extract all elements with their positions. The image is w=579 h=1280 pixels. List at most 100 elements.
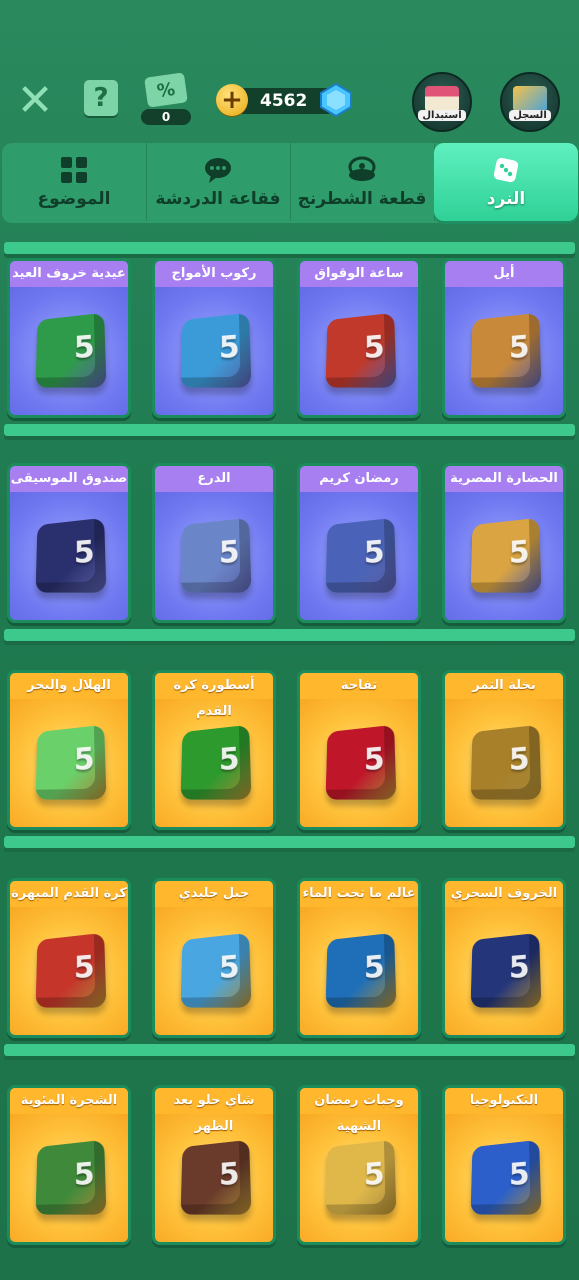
dice-card[interactable]: الخروف السحري 5 (442, 878, 566, 1038)
dice-card[interactable]: عالم ما تحت الماء 5 (297, 878, 421, 1038)
dice-preview-icon: 5 (180, 312, 252, 388)
shelf (4, 629, 575, 641)
dice-preview-icon: 5 (180, 724, 252, 800)
tab-label: الموضوع (37, 189, 111, 209)
shop-icon (425, 85, 459, 112)
category-tabs: الموضوع فقاعة الدردشة قطعة الشطرنج النرد (2, 143, 578, 223)
dice-card[interactable]: كرة القدم المبهرة 5 (7, 878, 131, 1038)
dice-card[interactable]: تفاحة 5 (297, 670, 421, 830)
dice-card[interactable]: أيل 5 (442, 258, 566, 418)
exchange-shop-button[interactable]: استبدال (412, 72, 472, 132)
dice-card[interactable]: شاي حلو بعد الظهر 5 (152, 1085, 276, 1245)
dice-card[interactable]: صندوق الموسيقى 5 (7, 463, 131, 623)
dice-preview-icon: 5 (470, 724, 542, 800)
dice-face-digit: 5 (218, 534, 241, 571)
dice-preview-icon: 5 (325, 517, 397, 593)
shelf (4, 242, 575, 254)
dice-preview-icon: 5 (325, 1139, 397, 1215)
dice-face-digit: 5 (363, 329, 386, 366)
dice-face-digit: 5 (73, 949, 96, 986)
dice-card[interactable]: الحضارة المصرية 5 (442, 463, 566, 623)
coupon-icon: % (144, 72, 188, 108)
dice-face-digit: 5 (363, 1156, 386, 1193)
dice-face-digit: 5 (218, 949, 241, 986)
dice-card-title: عيدية خروف العيد (10, 261, 128, 287)
dice-face-digit: 5 (508, 329, 531, 366)
dice-card[interactable]: الدرع 5 (152, 463, 276, 623)
dice-card-title: تفاحة (300, 673, 418, 699)
tab-chat-bubble[interactable]: فقاعة الدردشة (146, 143, 291, 221)
add-coins-icon[interactable]: + (216, 84, 248, 116)
dice-face-digit: 5 (218, 741, 241, 778)
shelf (4, 424, 575, 436)
coupon-button[interactable]: % 0 (140, 70, 192, 130)
shelf (4, 1044, 575, 1056)
dice-card-title: ساعة الوقواق (300, 261, 418, 287)
dice-face-digit: 5 (218, 1156, 241, 1193)
tab-label: فقاعة الدردشة (155, 189, 281, 209)
tab-chess-piece[interactable]: قطعة الشطرنج (290, 143, 435, 221)
dice-preview-icon: 5 (470, 1139, 542, 1215)
dice-card-title: كرة القدم المبهرة (10, 881, 128, 907)
close-icon[interactable]: ✕ (16, 79, 54, 123)
dice-preview-icon: 5 (180, 1139, 252, 1215)
dice-card-title: وجبات رمضان الشهية (300, 1088, 418, 1134)
dice-card[interactable]: عيدية خروف العيد 5 (7, 258, 131, 418)
record-icon (513, 85, 547, 112)
dice-face-digit: 5 (73, 329, 96, 366)
dice-card-title: جبل جليدي (155, 881, 273, 907)
dice-preview-icon: 5 (35, 517, 107, 593)
dice-card[interactable]: ركوب الأمواج 5 (152, 258, 276, 418)
dice-face-digit: 5 (363, 534, 386, 571)
dice-card[interactable]: نخلة التمر 5 (442, 670, 566, 830)
dice-card[interactable]: ساعة الوقواق 5 (297, 258, 421, 418)
dice-preview-icon: 5 (325, 312, 397, 388)
dice-card-title: الحضارة المصرية (445, 466, 563, 492)
dice-face-digit: 5 (218, 329, 241, 366)
dice-card[interactable]: أسطورة كرة القدم 5 (152, 670, 276, 830)
shelf (4, 836, 575, 848)
tab-theme[interactable]: الموضوع (2, 143, 147, 221)
dice-card[interactable]: جبل جليدي 5 (152, 878, 276, 1038)
dice-card[interactable]: التكنولوجيا 5 (442, 1085, 566, 1245)
dice-card-title: الخروف السحري (445, 881, 563, 907)
tab-dice[interactable]: النرد (434, 143, 578, 221)
coin-balance[interactable]: + 4562 (216, 82, 356, 118)
grid-theme-icon (59, 155, 89, 185)
dice-face-digit: 5 (363, 741, 386, 778)
dice-preview-icon: 5 (325, 932, 397, 1008)
help-icon[interactable]: ? (84, 80, 118, 116)
dice-face-digit: 5 (363, 949, 386, 986)
dice-face-digit: 5 (508, 534, 531, 571)
dice-card[interactable]: الهلال والبحر 5 (7, 670, 131, 830)
dice-card[interactable]: الشجرة المئوية 5 (7, 1085, 131, 1245)
dice-preview-icon: 5 (470, 312, 542, 388)
dice-card-title: صندوق الموسيقى (10, 466, 128, 492)
top-bar: ✕ ? % 0 + 4562 استبدال السجل (0, 60, 579, 140)
dice-preview-icon: 5 (470, 932, 542, 1008)
dice-preview-icon: 5 (35, 1139, 107, 1215)
dice-preview-icon: 5 (35, 312, 107, 388)
dice-card-title: عالم ما تحت الماء (300, 881, 418, 907)
dice-preview-icon: 5 (180, 932, 252, 1008)
dice-card-title: أسطورة كرة القدم (155, 673, 273, 719)
tab-label: قطعة الشطرنج (297, 189, 427, 209)
dice-face-digit: 5 (73, 1156, 96, 1193)
dice-card-title: رمضان كريم (300, 466, 418, 492)
dice-card[interactable]: وجبات رمضان الشهية 5 (297, 1085, 421, 1245)
tab-label: النرد (486, 189, 526, 209)
dice-card-title: شاي حلو بعد الظهر (155, 1088, 273, 1134)
dice-card-title: أيل (445, 261, 563, 287)
record-button[interactable]: السجل (500, 72, 560, 132)
coupon-count: 0 (141, 109, 191, 125)
dice-face-digit: 5 (73, 741, 96, 778)
dice-card-title: الدرع (155, 466, 273, 492)
dice-preview-icon: 5 (35, 932, 107, 1008)
dice-preview-icon: 5 (470, 517, 542, 593)
dice-preview-icon: 5 (35, 724, 107, 800)
dice-card-title: الهلال والبحر (10, 673, 128, 699)
dice-face-digit: 5 (508, 1156, 531, 1193)
dice-card[interactable]: رمضان كريم 5 (297, 463, 421, 623)
exchange-label: استبدال (418, 109, 466, 121)
record-label: السجل (509, 109, 551, 121)
